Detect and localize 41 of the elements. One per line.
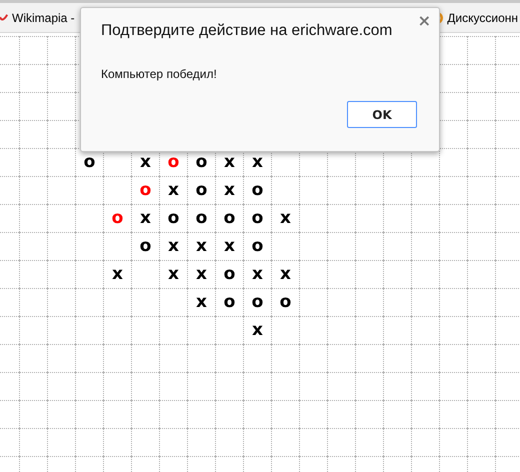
- board-mark: x: [252, 154, 263, 171]
- board-mark: x: [196, 266, 207, 283]
- board-mark: x: [168, 238, 179, 255]
- board-mark: o: [224, 266, 236, 283]
- board-mark: x: [196, 238, 207, 255]
- board-mark: x: [112, 266, 123, 283]
- board-mark: x: [252, 322, 263, 339]
- board-mark: o: [196, 210, 208, 227]
- board-mark: o: [252, 210, 264, 227]
- board-mark: o: [196, 154, 208, 171]
- board-mark: x: [140, 210, 151, 227]
- board-mark: o: [84, 154, 96, 171]
- board-mark: x: [168, 182, 179, 199]
- board-mark: o: [196, 182, 208, 199]
- board-mark: o: [252, 182, 264, 199]
- board-mark: o: [224, 210, 236, 227]
- bookmark-icon: [0, 12, 8, 24]
- board-mark: x: [224, 182, 235, 199]
- board-mark: o: [252, 238, 264, 255]
- board-mark: x: [196, 294, 207, 311]
- board-mark: o: [280, 294, 292, 311]
- dialog-title: Подтвердите действие на erichware.com: [101, 22, 394, 40]
- close-button[interactable]: ×: [418, 13, 431, 29]
- board-mark: o: [112, 210, 124, 227]
- board-mark: o: [224, 294, 236, 311]
- board-mark: x: [140, 154, 151, 171]
- board-mark: x: [280, 266, 291, 283]
- board-mark: o: [140, 238, 152, 255]
- board-mark: x: [252, 266, 263, 283]
- bookmark-link[interactable]: Wikimapia -: [12, 10, 75, 24]
- board-mark: x: [280, 210, 291, 227]
- dialog-message: Компьютер победил!: [101, 67, 218, 81]
- board-mark: x: [168, 266, 179, 283]
- board-mark: o: [168, 210, 180, 227]
- board-mark: x: [224, 154, 235, 171]
- bookmark-link[interactable]: Дискуссионн: [447, 10, 518, 24]
- board-mark: o: [252, 294, 264, 311]
- board-mark: o: [140, 182, 152, 199]
- board-mark: o: [168, 154, 180, 171]
- board-mark: x: [224, 238, 235, 255]
- ok-button[interactable]: OK: [347, 101, 417, 128]
